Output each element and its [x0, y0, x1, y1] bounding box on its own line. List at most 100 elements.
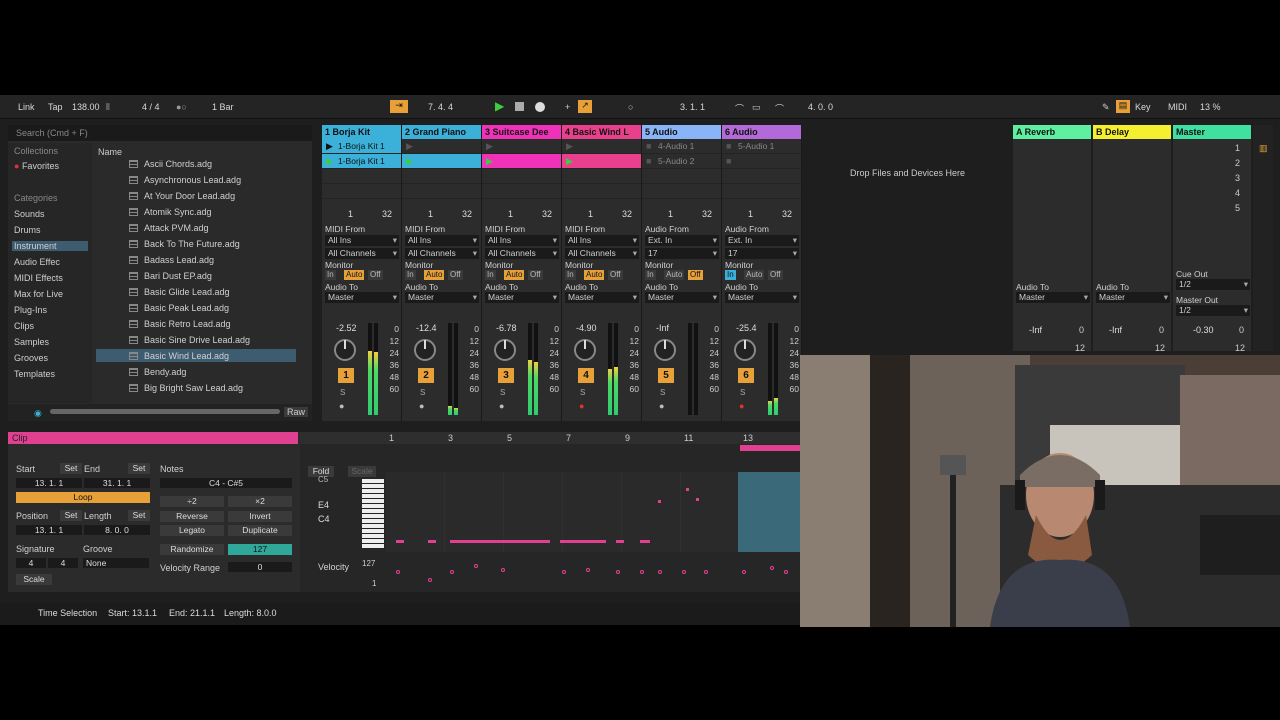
automation-arm-icon[interactable]: ↗	[578, 100, 592, 113]
sidebar-item-plugins[interactable]: Plug-Ins	[14, 305, 47, 315]
list-item[interactable]: Basic Sine Drive Lead.adg	[129, 335, 250, 345]
clip-stop-icon[interactable]: ■	[646, 141, 651, 151]
io-toggle-icon[interactable]: ▥	[1259, 143, 1268, 154]
record-icon[interactable]	[535, 102, 545, 112]
stop-icon[interactable]	[515, 102, 524, 111]
groove-select[interactable]: None	[83, 558, 149, 568]
raw-button[interactable]: Raw	[284, 407, 309, 417]
volume-value[interactable]: -Inf	[656, 323, 669, 333]
end-field[interactable]: 31. 1. 1	[84, 478, 150, 488]
list-item[interactable]: Atomik Sync.adg	[129, 207, 212, 217]
clip-slot[interactable]	[402, 184, 481, 199]
sidebar-item-audio-effects[interactable]: Audio Effec	[14, 257, 60, 267]
sidebar-item-clips[interactable]: Clips	[14, 321, 34, 331]
double-button[interactable]: ×2	[228, 496, 292, 507]
track-activator-button[interactable]: 6	[738, 368, 754, 383]
midi-note[interactable]	[560, 540, 606, 543]
sidebar-item-grooves[interactable]: Grooves	[14, 353, 48, 363]
track-activator-button[interactable]: 3	[498, 368, 514, 383]
input-channel-select[interactable]: 17	[645, 248, 719, 259]
sidebar-item-templates[interactable]: Templates	[14, 369, 55, 379]
duplicate-button[interactable]: Duplicate	[228, 525, 292, 536]
monitor-in-button[interactable]: In	[325, 270, 336, 280]
clip-slot[interactable]	[562, 169, 641, 184]
volume-value[interactable]: -6.78	[496, 323, 517, 333]
sidebar-item-samples[interactable]: Samples	[14, 337, 49, 347]
monitor-off-button[interactable]: Off	[768, 270, 783, 280]
bar-ruler[interactable]: 1 3 5 7 9 11 13	[300, 432, 800, 451]
audio-to-select[interactable]: Master	[325, 292, 399, 303]
sidebar-item-favorites[interactable]: ● Favorites	[14, 161, 59, 171]
legato-button[interactable]: Legato	[160, 525, 224, 536]
list-item[interactable]: Basic Retro Lead.adg	[129, 319, 231, 329]
clip-play-icon[interactable]: ■	[726, 156, 731, 166]
monitor-off-button[interactable]: Off	[688, 270, 703, 280]
loop-switch-icon[interactable]: ▭	[752, 102, 761, 113]
search-input[interactable]: Search (Cmd + F)	[8, 125, 312, 141]
track-header[interactable]: Master	[1173, 125, 1251, 139]
input-type-select[interactable]: All Ins	[565, 235, 639, 246]
clip-slot[interactable]	[482, 184, 561, 199]
audio-to-select[interactable]: Master	[405, 292, 479, 303]
track-header[interactable]: 1 Borja Kit	[322, 125, 401, 139]
pan-knob[interactable]	[494, 339, 516, 361]
key-map-button[interactable]: Key	[1135, 102, 1151, 112]
monitor-off-button[interactable]: Off	[448, 270, 463, 280]
list-item[interactable]: Ascii Chords.adg	[129, 159, 212, 169]
solo-button[interactable]: S	[500, 388, 505, 397]
pan-knob[interactable]	[334, 339, 356, 361]
track-activator-button[interactable]: 2	[418, 368, 434, 383]
start-field[interactable]: 13. 1. 1	[16, 478, 82, 488]
tempo-field[interactable]: 138.00	[72, 102, 100, 112]
audio-to-select[interactable]: Master	[1096, 292, 1170, 303]
input-channel-select[interactable]: All Channels	[325, 248, 399, 259]
input-channel-select[interactable]: All Channels	[565, 248, 639, 259]
clip-stop-icon[interactable]: ■	[726, 141, 731, 151]
monitor-auto-button[interactable]: Auto	[664, 270, 685, 280]
track-header[interactable]: A Reverb	[1013, 125, 1091, 139]
arm-button[interactable]: ●	[419, 401, 424, 411]
set-end-button[interactable]: Set	[128, 463, 150, 474]
name-column-header[interactable]: Name	[98, 147, 122, 157]
midi-note[interactable]	[450, 540, 550, 543]
monitor-in-button[interactable]: In	[645, 270, 656, 280]
clip-slot[interactable]	[642, 169, 721, 184]
length-field[interactable]: 8. 0. 0	[84, 525, 150, 535]
sidebar-item-drums[interactable]: Drums	[14, 225, 41, 235]
volume-value[interactable]: -0.30	[1193, 325, 1214, 335]
arrangement-position-icon[interactable]: ⇥	[390, 100, 408, 113]
list-item[interactable]: Back To The Future.adg	[129, 239, 240, 249]
audio-to-select[interactable]: Master	[645, 292, 719, 303]
monitor-auto-button[interactable]: Auto	[344, 270, 365, 280]
invert-button[interactable]: Invert	[228, 511, 292, 522]
pan-knob[interactable]	[414, 339, 436, 361]
track-header[interactable]: 4 Basic Wind L	[562, 125, 641, 139]
clip-slot[interactable]: ▶	[482, 154, 561, 169]
midi-map-button[interactable]: MIDI	[1168, 102, 1187, 112]
volume-value[interactable]: -Inf	[1029, 325, 1042, 335]
list-item[interactable]: Bendy.adg	[129, 367, 186, 377]
link-button[interactable]: Link	[18, 102, 35, 112]
monitor-auto-button[interactable]: Auto	[744, 270, 765, 280]
quantize-select[interactable]: 1 Bar	[212, 102, 234, 112]
pan-knob[interactable]	[574, 339, 596, 361]
input-channel-select[interactable]: All Channels	[405, 248, 479, 259]
volume-value[interactable]: -12.4	[416, 323, 437, 333]
cue-out-select[interactable]: 1/2	[1176, 279, 1250, 290]
clip-slot[interactable]	[322, 184, 401, 199]
audio-to-select[interactable]: Master	[565, 292, 639, 303]
audio-to-select[interactable]: Master	[1016, 292, 1090, 303]
clip-slot[interactable]	[322, 169, 401, 184]
volume-value[interactable]: -4.90	[576, 323, 597, 333]
input-type-select[interactable]: Ext. In	[725, 235, 799, 246]
arm-button[interactable]: ●	[579, 401, 584, 411]
velocity-lane[interactable]	[386, 556, 800, 586]
sidebar-item-max-for-live[interactable]: Max for Live	[14, 289, 63, 299]
scale-button[interactable]: Scale	[16, 574, 52, 585]
randomize-amount[interactable]: 127	[228, 544, 292, 555]
clip-slot[interactable]: ▶	[562, 154, 641, 169]
overdub-icon[interactable]: +	[565, 102, 570, 112]
midi-note[interactable]	[640, 540, 650, 543]
arm-button[interactable]: ●	[339, 401, 344, 411]
clip-stop-icon[interactable]: ▶	[406, 141, 413, 152]
